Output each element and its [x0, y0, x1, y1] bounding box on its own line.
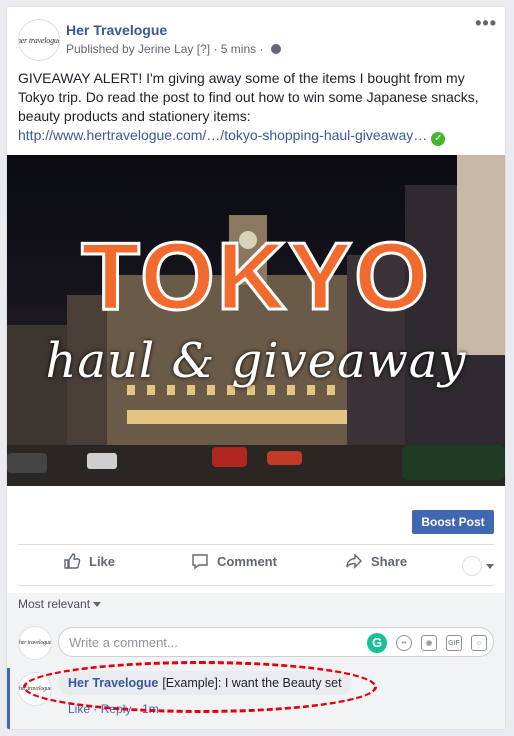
- image-subtitle: haul & giveaway: [45, 333, 467, 389]
- comment-label: Comment: [217, 553, 277, 569]
- camera-icon[interactable]: ◉: [421, 635, 437, 651]
- comment-icon: [192, 554, 208, 570]
- comment-input-tools: G •• ◉ GIF ☺: [367, 633, 487, 653]
- post-time[interactable]: · 5 mins ·: [213, 42, 263, 56]
- emoji-icon[interactable]: ••: [396, 635, 412, 651]
- comment-input[interactable]: Write a comment... G •• ◉ GIF ☺: [58, 627, 494, 657]
- sticker-icon[interactable]: ☺: [471, 635, 487, 651]
- check-circle-icon: ✓: [431, 132, 446, 146]
- share-icon: [346, 553, 362, 569]
- boost-post-button[interactable]: Boost Post: [412, 510, 494, 534]
- globe-icon[interactable]: [270, 44, 281, 54]
- post-image[interactable]: TOKYO haul & giveaway: [7, 155, 505, 486]
- chevron-down-icon: [93, 602, 102, 607]
- sort-comments-dropdown[interactable]: Most relevant: [18, 597, 102, 611]
- divider: [18, 544, 494, 545]
- comment-highlight-bar: [7, 668, 10, 729]
- avatar-logo-text: her travelogue: [18, 640, 52, 646]
- comment-button[interactable]: Comment: [191, 552, 277, 570]
- grammarly-icon[interactable]: G: [367, 633, 387, 653]
- thumbs-up-icon: [64, 553, 81, 569]
- sort-label: Most relevant: [18, 597, 91, 611]
- share-button[interactable]: Share: [345, 552, 407, 570]
- commenter-avatar[interactable]: her travelogue: [18, 626, 52, 660]
- highlight-oval: [23, 661, 377, 713]
- chevron-down-icon: [486, 563, 494, 569]
- gif-icon[interactable]: GIF: [446, 635, 462, 651]
- post-as-selector[interactable]: [462, 556, 494, 576]
- post-card: her travelogue Her Travelogue Published …: [6, 6, 506, 730]
- share-label: Share: [371, 553, 408, 569]
- help-marker[interactable]: [?]: [197, 42, 210, 56]
- page-name-link[interactable]: Her Travelogue: [66, 22, 167, 38]
- divider: [18, 585, 494, 586]
- post-link[interactable]: http://www.hertravelogue.com/…/tokyo-sho…: [18, 127, 427, 143]
- post-body: GIVEAWAY ALERT! I'm giving away some of …: [18, 70, 479, 124]
- like-label: Like: [89, 553, 116, 569]
- page-avatar[interactable]: her travelogue: [18, 19, 60, 61]
- more-options-icon[interactable]: •••: [475, 13, 497, 34]
- like-button[interactable]: Like: [63, 552, 115, 570]
- published-by[interactable]: Published by Jerine Lay: [66, 42, 193, 56]
- post-text: GIVEAWAY ALERT! I'm giving away some of …: [18, 69, 488, 146]
- avatar-logo-text: her travelogue: [18, 35, 60, 45]
- image-title: TOKYO: [80, 223, 431, 330]
- comment-placeholder: Write a comment...: [69, 635, 178, 650]
- post-meta: Published by Jerine Lay [?] · 5 mins ·: [66, 42, 281, 56]
- mini-avatar: [462, 556, 482, 576]
